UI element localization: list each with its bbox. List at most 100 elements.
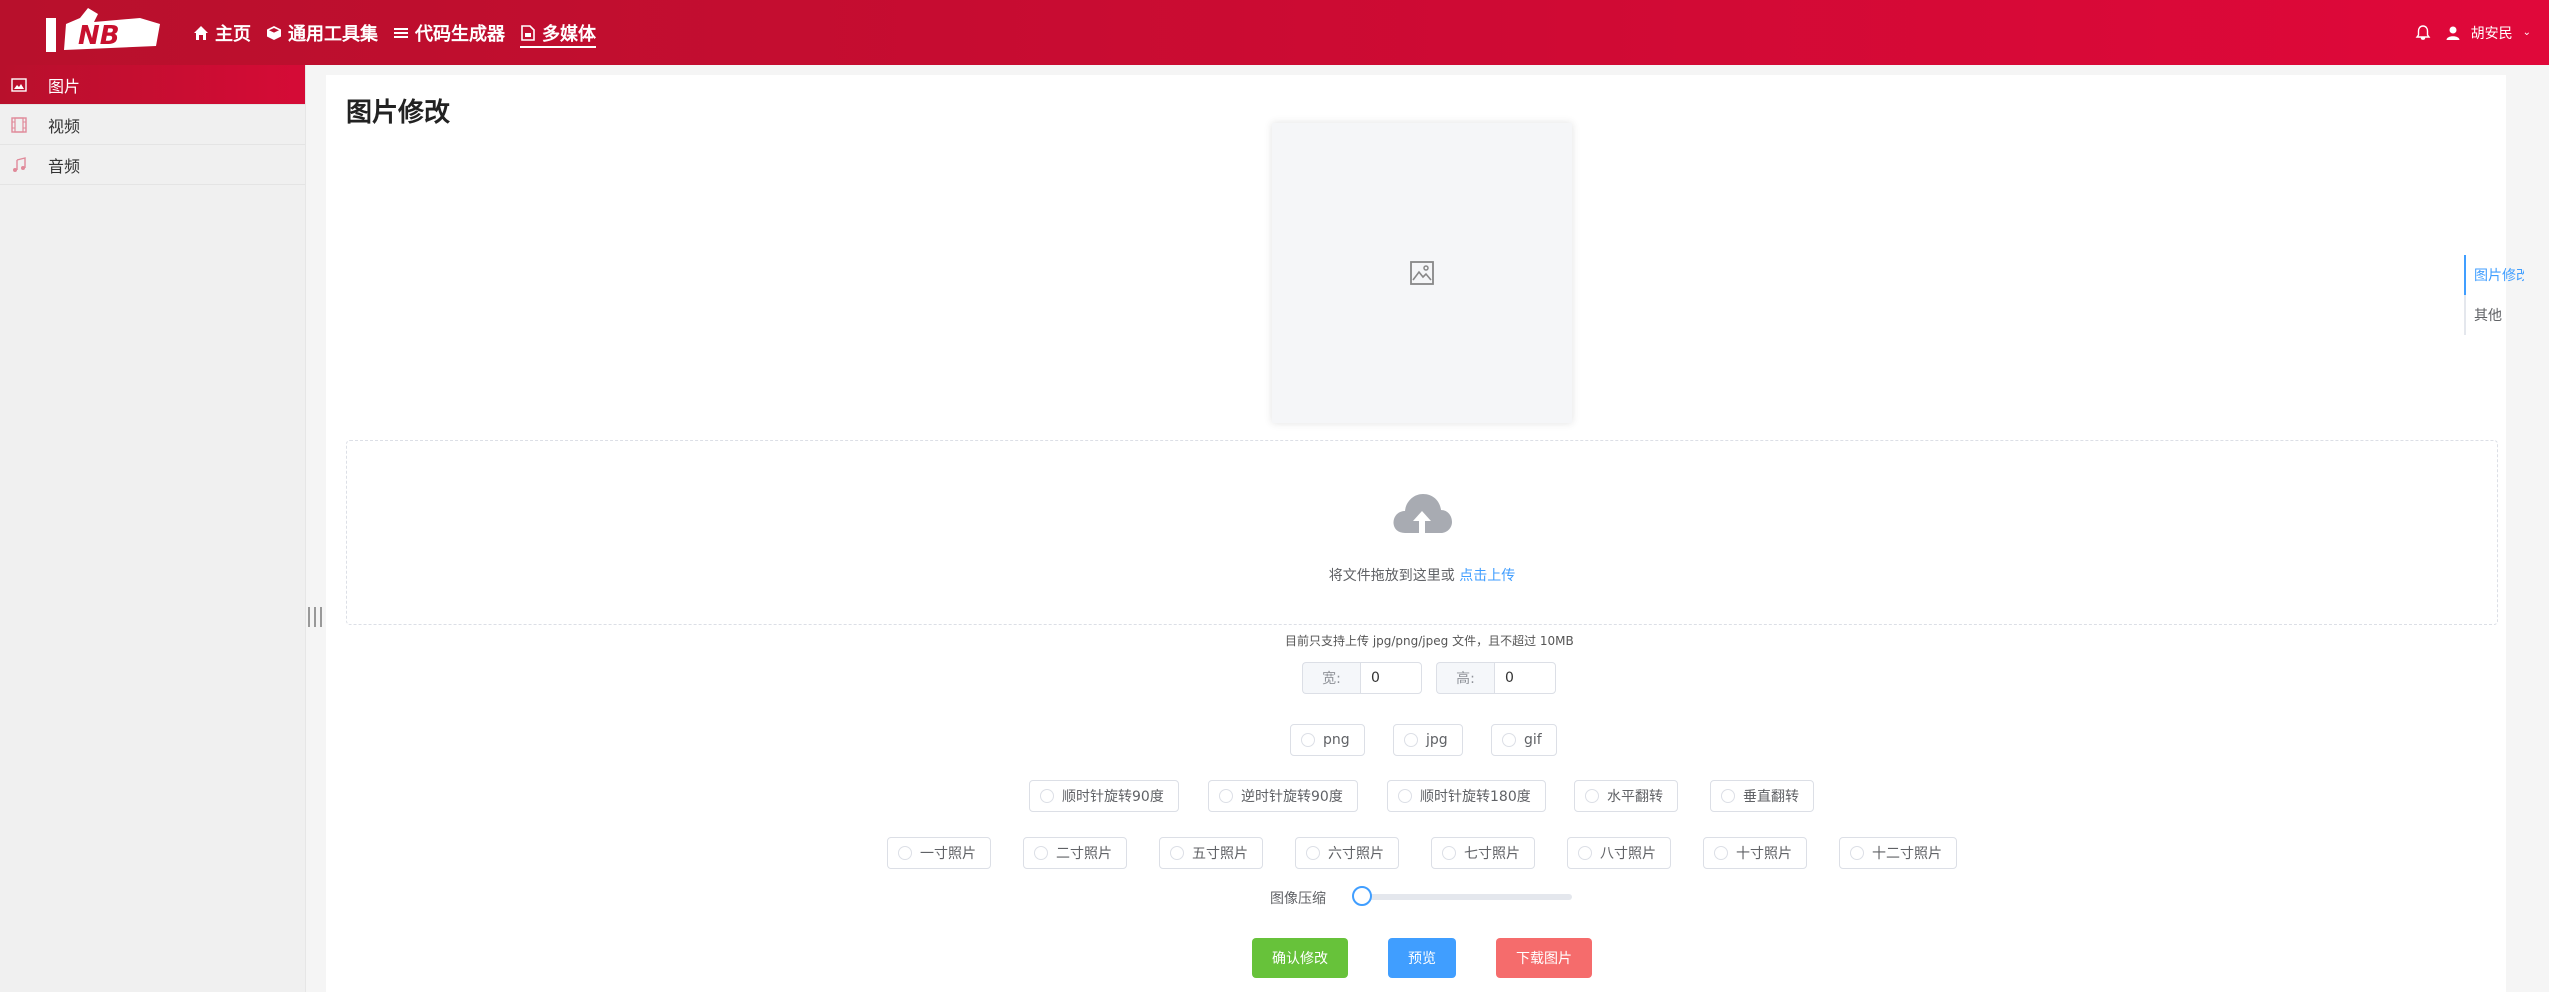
radio-label: 七寸照片	[1464, 846, 1520, 862]
radio-label: gif	[1524, 732, 1542, 748]
preview-button[interactable]: 预览	[1388, 938, 1456, 978]
radio-dot	[1714, 846, 1728, 860]
radio-label: 八寸照片	[1600, 846, 1656, 862]
upload-link[interactable]: 点击上传	[1459, 568, 1515, 584]
height-field: 高: 0	[1436, 662, 1556, 694]
photo-radio-12inch[interactable]: 十二寸照片	[1839, 837, 1957, 869]
top-navbar: NB 主页 通用工具集 代码生成器 多媒体 胡安民 ⌄	[0, 0, 2549, 65]
anchor-nav: 图片修改 其他	[2464, 255, 2524, 335]
radio-dot	[1301, 733, 1315, 747]
radio-label: 水平翻转	[1607, 789, 1663, 805]
radio-dot	[1170, 846, 1184, 860]
width-field: 宽: 0	[1302, 662, 1422, 694]
main-nav: 主页 通用工具集 代码生成器 多媒体	[193, 0, 611, 65]
sidebar: 图片 视频 音频	[0, 65, 306, 992]
radio-dot	[1219, 789, 1233, 803]
transform-radio-cw90[interactable]: 顺时针旋转90度	[1029, 780, 1179, 812]
nav-home-label: 主页	[215, 23, 251, 45]
sidebar-item-audio[interactable]: 音频	[0, 145, 305, 185]
photo-radio-8inch[interactable]: 八寸照片	[1567, 837, 1671, 869]
radio-label: 一寸照片	[920, 846, 976, 862]
home-icon	[193, 25, 209, 41]
radio-dot	[1585, 789, 1599, 803]
sidebar-item-image[interactable]: 图片	[0, 65, 305, 105]
sidebar-item-label: 图片	[48, 76, 81, 96]
width-label: 宽:	[1302, 662, 1360, 694]
sidebar-item-label: 音频	[48, 156, 81, 176]
radio-dot	[1306, 846, 1320, 860]
photo-radio-6inch[interactable]: 六寸照片	[1295, 837, 1399, 869]
image-icon	[10, 76, 28, 94]
svg-text:NB: NB	[78, 21, 120, 51]
nav-media-label: 多媒体	[542, 23, 596, 45]
height-label: 高:	[1436, 662, 1494, 694]
list-icon	[393, 25, 409, 41]
anchor-link-other[interactable]: 其他	[2474, 305, 2502, 325]
photo-radio-10inch[interactable]: 十寸照片	[1703, 837, 1807, 869]
radio-label: 垂直翻转	[1743, 789, 1799, 805]
user-name[interactable]: 胡安民	[2471, 23, 2513, 43]
sidebar-resize-handle[interactable]	[308, 607, 322, 627]
radio-dot	[1721, 789, 1735, 803]
format-radio-jpg[interactable]: jpg	[1393, 724, 1463, 756]
nb-logo[interactable]: NB	[44, 6, 164, 56]
compress-slider-handle[interactable]	[1352, 886, 1372, 906]
nav-home[interactable]: 主页	[193, 18, 251, 48]
anchor-active-bar	[2464, 255, 2466, 295]
user-area: 胡安民 ⌄	[2415, 0, 2531, 65]
music-icon	[10, 156, 28, 174]
cube-icon	[266, 25, 282, 41]
radio-label: 六寸照片	[1328, 846, 1384, 862]
radio-label: 五寸照片	[1192, 846, 1248, 862]
transform-radio-cw180[interactable]: 顺时针旋转180度	[1387, 780, 1546, 812]
radio-label: 十二寸照片	[1872, 846, 1942, 862]
radio-dot	[898, 846, 912, 860]
radio-label: jpg	[1426, 732, 1448, 748]
radio-dot	[1502, 733, 1516, 747]
radio-label: png	[1323, 732, 1350, 748]
compress-slider-track[interactable]	[1362, 894, 1572, 900]
transform-radio-ccw90[interactable]: 逆时针旋转90度	[1208, 780, 1358, 812]
upload-hint: 将文件拖放到这里或	[1328, 568, 1460, 584]
upload-dropzone[interactable]: 将文件拖放到这里或 点击上传	[346, 440, 2498, 625]
upload-text: 将文件拖放到这里或 点击上传	[347, 565, 2497, 585]
bell-icon[interactable]	[2415, 24, 2431, 41]
transform-radio-flip-h[interactable]: 水平翻转	[1574, 780, 1678, 812]
radio-label: 十寸照片	[1736, 846, 1792, 862]
transform-radio-flip-v[interactable]: 垂直翻转	[1710, 780, 1814, 812]
format-radio-png[interactable]: png	[1290, 724, 1365, 756]
nav-codegen[interactable]: 代码生成器	[393, 18, 505, 48]
download-button[interactable]: 下载图片	[1496, 938, 1592, 978]
format-radio-gif[interactable]: gif	[1491, 724, 1557, 756]
media-icon	[520, 24, 536, 41]
photo-radio-2inch[interactable]: 二寸照片	[1023, 837, 1127, 869]
radio-label: 二寸照片	[1056, 846, 1112, 862]
radio-dot	[1040, 789, 1054, 803]
radio-dot	[1850, 846, 1864, 860]
image-placeholder-icon	[1410, 261, 1434, 285]
radio-dot	[1442, 846, 1456, 860]
nav-tools-label: 通用工具集	[288, 23, 378, 45]
nav-tools[interactable]: 通用工具集	[266, 18, 378, 48]
page-title: 图片修改	[346, 98, 451, 128]
photo-radio-7inch[interactable]: 七寸照片	[1431, 837, 1535, 869]
width-input[interactable]: 0	[1360, 662, 1422, 694]
nav-media[interactable]: 多媒体	[520, 18, 596, 48]
photo-radio-5inch[interactable]: 五寸照片	[1159, 837, 1263, 869]
nav-codegen-label: 代码生成器	[415, 23, 505, 45]
anchor-link-image-edit[interactable]: 图片修改	[2474, 265, 2524, 285]
height-input[interactable]: 0	[1494, 662, 1556, 694]
compress-label: 图像压缩	[1270, 891, 1326, 907]
confirm-button[interactable]: 确认修改	[1252, 938, 1348, 978]
chevron-down-icon[interactable]: ⌄	[2523, 27, 2531, 38]
radio-label: 顺时针旋转90度	[1062, 789, 1164, 805]
image-preview	[1272, 123, 1572, 423]
radio-dot	[1578, 846, 1592, 860]
film-icon	[10, 116, 28, 134]
radio-label: 逆时针旋转90度	[1241, 789, 1343, 805]
sidebar-item-label: 视频	[48, 116, 81, 136]
radio-label: 顺时针旋转180度	[1420, 789, 1531, 805]
photo-radio-1inch[interactable]: 一寸照片	[887, 837, 991, 869]
radio-dot	[1404, 733, 1418, 747]
sidebar-item-video[interactable]: 视频	[0, 105, 305, 145]
